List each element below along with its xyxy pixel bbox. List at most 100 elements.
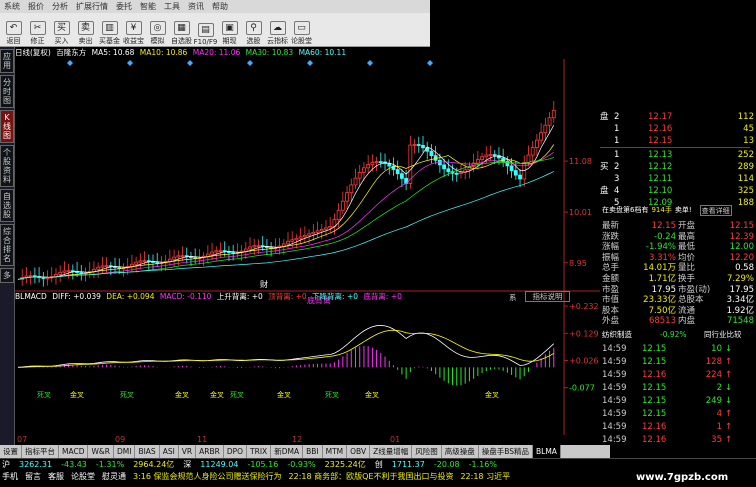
candle-body	[248, 246, 252, 250]
toolbar-button[interactable]: ▦ 自选股	[170, 14, 193, 46]
menu-item[interactable]: 分析	[52, 2, 68, 11]
news-item[interactable]: 论股堂	[71, 472, 95, 481]
side-label	[600, 124, 614, 135]
stat-value: 14.01万	[643, 263, 676, 274]
event-marker-icon[interactable]	[67, 60, 73, 66]
toolbar-button[interactable]: ☁ 云指标	[266, 14, 289, 46]
level: 1	[614, 150, 620, 160]
indicator-tab[interactable]: ASI	[160, 445, 179, 458]
macd-title[interactable]: BLMACD	[15, 292, 47, 301]
industry-compare-button[interactable]: 同行业比较	[704, 329, 742, 340]
toolbar-button[interactable]: ◎ 模拟	[146, 14, 169, 46]
indicator-tab[interactable]: W&R	[88, 445, 114, 458]
toolbar-icon: ▭	[293, 21, 310, 35]
event-marker-icon[interactable]	[247, 60, 253, 66]
side-tab[interactable]: 个股资料	[0, 145, 14, 187]
candle-body	[104, 265, 109, 268]
ma5-value: MA5: 10.68	[91, 48, 135, 57]
indicator-tab[interactable]: ARBR	[196, 445, 224, 458]
indicator-tab[interactable]: 高级操盘	[442, 445, 479, 458]
toolbar-label: 模拟	[150, 37, 165, 45]
toolbar-button[interactable]: ▭ 论股堂	[290, 14, 313, 46]
toolbar-label: 返回	[6, 37, 21, 45]
menu-item[interactable]: 报价	[28, 2, 44, 11]
news-item[interactable]: 手机	[2, 472, 18, 481]
event-marker-icon[interactable]	[307, 60, 313, 66]
side-tab[interactable]: 多	[0, 268, 14, 283]
indicator-tab[interactable]: MTM	[323, 445, 348, 458]
indicator-tab[interactable]: BBI	[303, 445, 323, 458]
menu-item[interactable]: 智能	[140, 2, 156, 11]
toolbar-button[interactable]: ▤ F10/F9	[194, 14, 217, 46]
menu-item[interactable]: 帮助	[212, 2, 228, 11]
candle-body	[547, 117, 552, 126]
kline-chart[interactable]: 死叉 金叉 死叉 金叉 金叉 死叉 金叉 死叉 金叉 金叉 11.0810.018.95+0.23…	[15, 59, 600, 435]
news-item[interactable]: 慰灵通	[102, 472, 126, 481]
indicator-tab[interactable]: 设置	[0, 445, 22, 458]
toolbar-button[interactable]: 买买入	[50, 14, 73, 46]
candle-body	[252, 245, 257, 248]
candle-body	[205, 253, 210, 257]
order-volume: 13	[743, 136, 754, 146]
candle-body	[66, 270, 71, 273]
toolbar-button[interactable]: ▥ 买基金	[98, 14, 121, 46]
indicator-tab[interactable]: Z线量增幅	[370, 445, 413, 458]
menu-item[interactable]: 扩展行情	[76, 2, 108, 11]
event-marker-icon[interactable]	[427, 60, 433, 66]
indicator-tab[interactable]: BLMA	[533, 445, 561, 458]
arrow-up-icon: ↑	[725, 357, 733, 367]
toolbar-button[interactable]: ⚲ 选股	[242, 14, 265, 46]
indicator-tab[interactable]: DMI	[114, 445, 136, 458]
event-marker-icon[interactable]	[127, 60, 133, 66]
period-label[interactable]: 日线(复权)	[15, 48, 51, 57]
news-item[interactable]: 留言	[25, 472, 41, 481]
toolbar-button[interactable]: ↶ 返回	[2, 14, 25, 46]
menu-item[interactable]: 委托	[116, 2, 132, 11]
toolbar-label: 云指标	[267, 37, 288, 45]
candle-body	[539, 132, 544, 141]
arrow-down-icon: ↓	[725, 344, 733, 354]
side-tab[interactable]: 综合排名	[0, 224, 14, 266]
side-tab[interactable]: 自选股	[0, 189, 14, 222]
stat-label: 涨跌	[602, 231, 620, 242]
indicator-tab[interactable]: TRIX	[247, 445, 272, 458]
toolbar-button[interactable]: 卖卖出	[74, 14, 97, 46]
cross-label: 死叉	[325, 391, 339, 399]
indicator-tab[interactable]: 新DMA	[271, 445, 304, 458]
indicator-tab[interactable]: OBV	[347, 445, 371, 458]
indicator-explain-button[interactable]: 指标说明	[525, 291, 570, 302]
menu-item[interactable]: 资讯	[188, 2, 204, 11]
stat-label: 市盈(动)	[678, 284, 711, 295]
order-price: 12.10	[648, 186, 673, 196]
tick-volume: 10	[711, 344, 722, 354]
indicator-tab[interactable]: 风险图	[412, 445, 442, 458]
indicator-tab[interactable]: 指标平台	[22, 445, 59, 458]
view-detail-link[interactable]: 查看详细	[699, 205, 732, 216]
macd-label: -0.077	[569, 384, 595, 393]
indicator-tab[interactable]: VR	[179, 445, 197, 458]
toolbar-button[interactable]: ▣ 期现	[218, 14, 241, 46]
menu-item[interactable]: 系统	[4, 2, 20, 11]
event-marker-icon[interactable]	[187, 60, 193, 66]
news-item[interactable]: 客服	[48, 472, 64, 481]
side-tab[interactable]: 分时图	[0, 75, 14, 108]
candle-body	[459, 171, 463, 174]
side-tab[interactable]: 应用	[0, 49, 14, 73]
indicator-tab[interactable]: MACD	[59, 445, 89, 458]
side-tab[interactable]: K线图	[0, 110, 14, 143]
toolbar-button[interactable]: ✂ 修正	[26, 14, 49, 46]
event-marker-icon[interactable]	[367, 60, 373, 66]
candle-body	[62, 270, 67, 273]
toolbar-button[interactable]: ¥ 收益宝	[122, 14, 145, 46]
order-book-row: 3 12.11 114	[600, 174, 756, 185]
indicator-tab[interactable]: 操盘手BS精品	[479, 445, 534, 458]
indicator-tab[interactable]: DPO	[224, 445, 248, 458]
alert-line: 在卖盘第6档有 914手 卖单! 查看详细	[602, 205, 756, 216]
industry-change: -0.92%	[660, 330, 687, 339]
candle-body	[366, 164, 371, 169]
side-tab-label: 多	[3, 271, 11, 280]
indicator-tab[interactable]: BIAS	[135, 445, 160, 458]
candle-body	[349, 184, 354, 194]
candle-body	[328, 225, 333, 229]
menu-item[interactable]: 工具	[164, 2, 180, 11]
